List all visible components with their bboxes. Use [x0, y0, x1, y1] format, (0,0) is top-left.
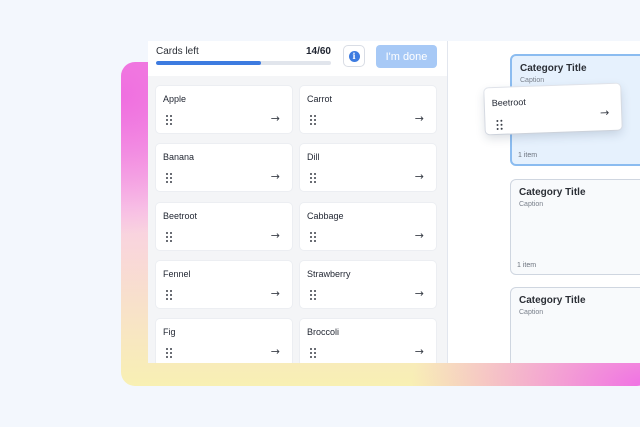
done-button[interactable]: I'm done [376, 45, 437, 68]
sort-card[interactable]: Carrot → [300, 86, 436, 133]
drag-handle-icon[interactable] [166, 232, 172, 242]
sort-card[interactable]: Beetroot → [156, 203, 292, 250]
info-button[interactable]: i [343, 45, 365, 67]
drag-handle-icon[interactable] [310, 173, 316, 183]
arrow-right-icon[interactable]: → [415, 112, 424, 125]
card-label: Fennel [163, 269, 191, 279]
arrow-right-icon[interactable]: → [271, 112, 280, 125]
sort-card[interactable]: Broccoli → [300, 319, 436, 363]
category-title: Category Title [520, 63, 587, 74]
category-item-count: 1 item [518, 152, 538, 159]
drag-handle-icon[interactable] [166, 348, 172, 358]
arrow-right-icon[interactable]: → [415, 345, 424, 358]
drag-handle-icon[interactable] [166, 115, 172, 125]
drag-handle-icon[interactable] [166, 173, 172, 183]
cards-left-label: Cards left [156, 46, 199, 57]
drag-handle-icon[interactable] [310, 115, 316, 125]
category-title: Category Title [519, 187, 586, 198]
info-icon: i [348, 50, 360, 62]
category-caption: Caption [519, 201, 544, 208]
sort-card[interactable]: Apple → [156, 86, 292, 133]
panel-header: Cards left 14/60 i I'm done [148, 41, 447, 76]
sort-card[interactable]: Cabbage → [300, 203, 436, 250]
card-label: Carrot [307, 94, 333, 104]
cards-panel: Cards left 14/60 i I'm done Apple → Carrot… [148, 41, 448, 363]
arrow-right-icon[interactable]: → [271, 170, 280, 183]
arrow-right-icon[interactable]: → [271, 229, 280, 242]
progress-bar [156, 61, 331, 65]
category-caption: Caption [519, 309, 544, 316]
drag-handle-icon[interactable] [496, 119, 503, 130]
drag-handle-icon[interactable] [310, 348, 316, 358]
arrow-right-icon[interactable]: → [415, 229, 424, 242]
progress-fill [156, 61, 261, 65]
category-item-count: 1 item [517, 262, 537, 269]
arrow-right-icon[interactable]: → [415, 170, 424, 183]
arrow-right-icon[interactable]: → [600, 106, 610, 119]
dragging-card[interactable]: Beetroot → [484, 83, 622, 135]
category-caption: Caption [520, 77, 545, 84]
arrow-right-icon[interactable]: → [271, 287, 280, 300]
category-card[interactable]: Category Title Caption [510, 287, 640, 363]
sort-card[interactable]: Fig → [156, 319, 292, 363]
drag-handle-icon[interactable] [166, 290, 172, 300]
category-card[interactable]: Category Title Caption 1 item [510, 179, 640, 275]
card-label: Cabbage [307, 211, 344, 221]
card-label: Beetroot [491, 96, 526, 109]
card-label: Banana [163, 152, 195, 162]
cards-left-count: 14/60 [305, 46, 331, 57]
arrow-right-icon[interactable]: → [415, 287, 424, 300]
sort-card[interactable]: Strawberry → [300, 261, 436, 308]
sort-card[interactable]: Banana → [156, 144, 292, 191]
drag-handle-icon[interactable] [310, 290, 316, 300]
sort-card[interactable]: Dill → [300, 144, 436, 191]
sort-card[interactable]: Fennel → [156, 261, 292, 308]
card-label: Apple [163, 94, 187, 104]
card-label: Beetroot [163, 211, 198, 221]
category-title: Category Title [519, 295, 586, 306]
card-label: Broccoli [307, 327, 340, 337]
arrow-right-icon[interactable]: → [271, 345, 280, 358]
card-label: Fig [163, 327, 176, 337]
card-label: Strawberry [307, 269, 351, 279]
card-label: Dill [307, 152, 320, 162]
drag-handle-icon[interactable] [310, 232, 316, 242]
